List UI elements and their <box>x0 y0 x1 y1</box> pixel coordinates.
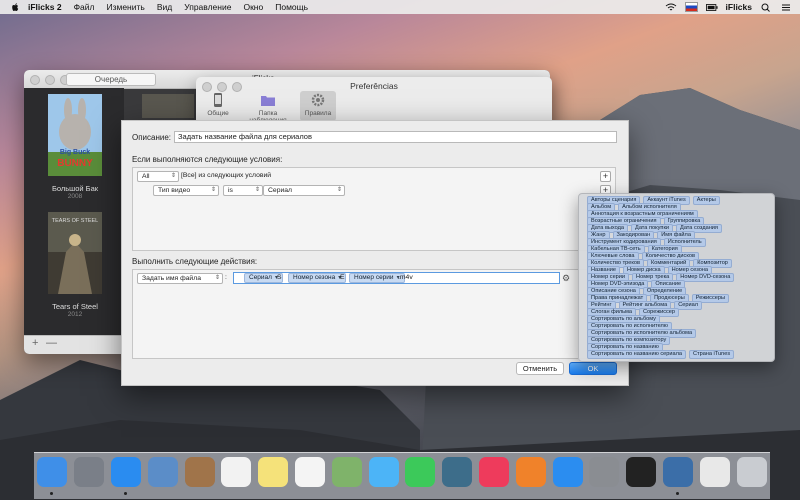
menu-view[interactable]: Вид <box>157 2 172 12</box>
facetime-icon[interactable] <box>405 457 436 487</box>
battery-icon[interactable] <box>705 3 718 12</box>
tab-label: Правила <box>304 110 332 117</box>
palette-row: Сортировать по названию сериала Страна i… <box>587 349 735 359</box>
condition-operator-popup[interactable]: is <box>223 185 263 196</box>
remove-button[interactable]: — <box>46 337 57 349</box>
condition-field-popup[interactable]: Тип видео <box>153 185 219 196</box>
pdf-document-icon[interactable] <box>699 457 730 487</box>
action-separator: : <box>225 274 227 281</box>
svg-text:BUNNY: BUNNY <box>57 158 93 169</box>
launchpad-icon[interactable] <box>74 457 105 487</box>
match-description: [Все] из следующих условий <box>181 172 272 179</box>
description-label: Описание: <box>132 133 172 142</box>
conditions-box: All [Все] из следующих условий + Тип вид… <box>132 167 616 251</box>
poster-big-buck-bunny: Big Buck BUNNY <box>48 94 102 176</box>
apple-menu-icon[interactable] <box>10 2 20 12</box>
token-text: S <box>277 274 282 281</box>
token-menu-gear-icon[interactable]: ⚙ <box>561 273 571 283</box>
actions-box: Задать имя файла : Сериал S Номер сезона… <box>132 269 616 359</box>
tab-general[interactable]: Общие <box>200 91 236 121</box>
close-button[interactable] <box>30 75 40 85</box>
tab-watch-folder[interactable]: Папка наблюдения <box>240 91 296 124</box>
notification-center-icon[interactable] <box>780 3 792 12</box>
app-store-icon[interactable] <box>552 457 583 487</box>
add-condition-button[interactable]: + <box>600 171 611 182</box>
add-button[interactable]: + <box>32 337 38 349</box>
menu-bar: iFlicks 2 Файл Изменить Вид Управление О… <box>0 0 800 14</box>
tab-label: Общие <box>207 110 229 117</box>
svg-text:TEARS OF STEEL: TEARS OF STEEL <box>52 218 98 224</box>
menubar-extra-app[interactable]: iFlicks <box>726 2 752 12</box>
running-indicator <box>50 492 54 495</box>
filename-token-field[interactable]: Сериал S Номер сезона E Номер серии .m4v <box>233 272 560 284</box>
description-field[interactable]: Задать название файла для сериалов <box>174 131 617 143</box>
preview-photos-icon[interactable] <box>147 457 178 487</box>
queue-item[interactable]: Big Buck BUNNY Большой Бак 2008 <box>47 94 103 200</box>
actions-heading: Выполнить следующие действия: <box>132 257 258 266</box>
spotlight-search-icon[interactable] <box>760 3 772 12</box>
menu-file[interactable]: Файл <box>74 2 95 12</box>
tab-rules[interactable]: Правила <box>300 91 336 121</box>
ok-button[interactable]: OK <box>569 362 617 375</box>
messages-icon[interactable] <box>368 457 399 487</box>
palette-token[interactable]: Актеры <box>692 195 720 205</box>
maps-icon[interactable] <box>331 457 362 487</box>
preferences-title: Preferências <box>350 81 398 91</box>
cancel-button[interactable]: Отменить <box>516 362 564 375</box>
queue-segment-button[interactable]: Очередь <box>66 73 156 86</box>
conditions-heading: Если выполняются следующие условия: <box>132 155 283 164</box>
iphoto-icon[interactable] <box>442 457 473 487</box>
itunes-icon[interactable] <box>478 457 509 487</box>
wifi-icon[interactable] <box>665 3 677 12</box>
menu-edit[interactable]: Изменить <box>106 2 144 12</box>
poster-tears-of-steel: TEARS OF STEEL <box>48 212 102 294</box>
notes-icon[interactable] <box>258 457 289 487</box>
action-type-popup[interactable]: Задать имя файла <box>137 273 223 284</box>
token-text: .m4v <box>398 274 413 281</box>
rule-editor-sheet: Описание: Задать название файла для сери… <box>121 120 629 386</box>
condition-value-popup[interactable]: Сериал <box>263 185 345 196</box>
movie-title: Большой Бак <box>51 184 99 193</box>
safari-icon[interactable] <box>110 457 141 495</box>
menu-help[interactable]: Помощь <box>275 2 308 12</box>
movie-year: 2008 <box>67 193 83 200</box>
token-palette-popover: Авторы сценария Аккаунт iTunes Актеры Ал… <box>578 193 775 362</box>
match-all-popup[interactable]: All <box>137 171 179 182</box>
menu-control[interactable]: Управление <box>184 2 231 12</box>
phone-icon <box>214 93 222 107</box>
palette-token[interactable]: Страна iTunes <box>688 349 735 359</box>
dock <box>34 452 770 499</box>
menu-window[interactable]: Окно <box>243 2 263 12</box>
token-text: E <box>340 274 345 281</box>
calendar-icon[interactable] <box>221 457 252 487</box>
iflicks-icon[interactable] <box>662 457 693 495</box>
svg-text:Big Buck: Big Buck <box>60 149 90 156</box>
contacts-icon[interactable] <box>184 457 215 487</box>
queue-list: Big Buck BUNNY Большой Бак 2008 TEARS OF… <box>24 88 124 336</box>
window-controls <box>30 75 70 85</box>
running-indicator <box>123 492 127 495</box>
ibooks-icon[interactable] <box>515 457 546 487</box>
gear-icon <box>311 93 325 107</box>
queue-item[interactable]: TEARS OF STEEL Tears of Steel 2012 <box>47 212 103 318</box>
movie-thumbnail[interactable] <box>142 94 194 118</box>
preferences-toolbar: Общие Папка наблюдения Правила <box>200 91 336 124</box>
reminders-icon[interactable] <box>294 457 325 487</box>
minimize-button[interactable] <box>45 75 55 85</box>
dock-icons <box>34 457 770 495</box>
terminal-icon[interactable] <box>626 457 657 487</box>
folder-icon <box>261 96 275 106</box>
menu-app-name[interactable]: iFlicks 2 <box>28 2 62 12</box>
trash-icon[interactable] <box>736 457 767 487</box>
movie-year: 2012 <box>67 311 83 318</box>
token-episode-number[interactable]: Номер серии <box>349 273 405 283</box>
palette-token[interactable]: Сортировать по названию сериала <box>587 349 686 359</box>
finder-icon[interactable] <box>37 457 68 495</box>
running-indicator <box>675 492 679 495</box>
movie-title: Tears of Steel <box>52 302 98 311</box>
input-source-flag-icon[interactable] <box>684 2 698 12</box>
token-season-number[interactable]: Номер сезона <box>288 273 347 283</box>
system-preferences-icon[interactable] <box>589 457 620 487</box>
